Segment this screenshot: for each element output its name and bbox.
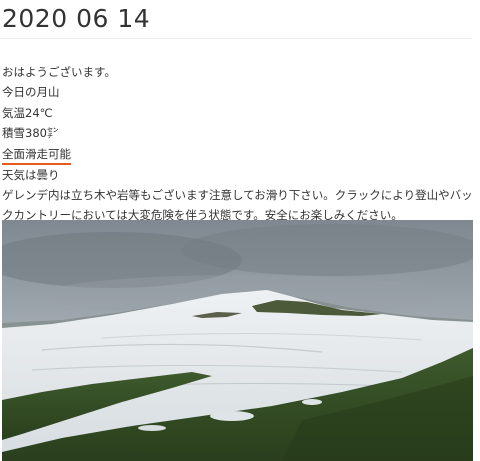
post-body: おはようございます。 今日の月山 気温24℃ 積雪380㌢ 全面滑走可能 天気は…: [2, 62, 474, 226]
location-line: 今日の月山: [2, 85, 60, 100]
temperature-line: 気温24℃: [2, 105, 53, 120]
skiing-status-line: 全面滑走可能: [2, 144, 474, 165]
mountain-snow-photo: [2, 220, 473, 461]
title-divider: [0, 38, 472, 39]
weather-line: 天気は曇り: [2, 167, 60, 182]
skiing-status-highlight: 全面滑走可能: [2, 146, 71, 165]
post-title: 2020 06 14: [2, 4, 151, 33]
greeting-line: おはようございます。: [2, 65, 116, 79]
snow-depth-line: 積雪380㌢: [2, 126, 59, 141]
